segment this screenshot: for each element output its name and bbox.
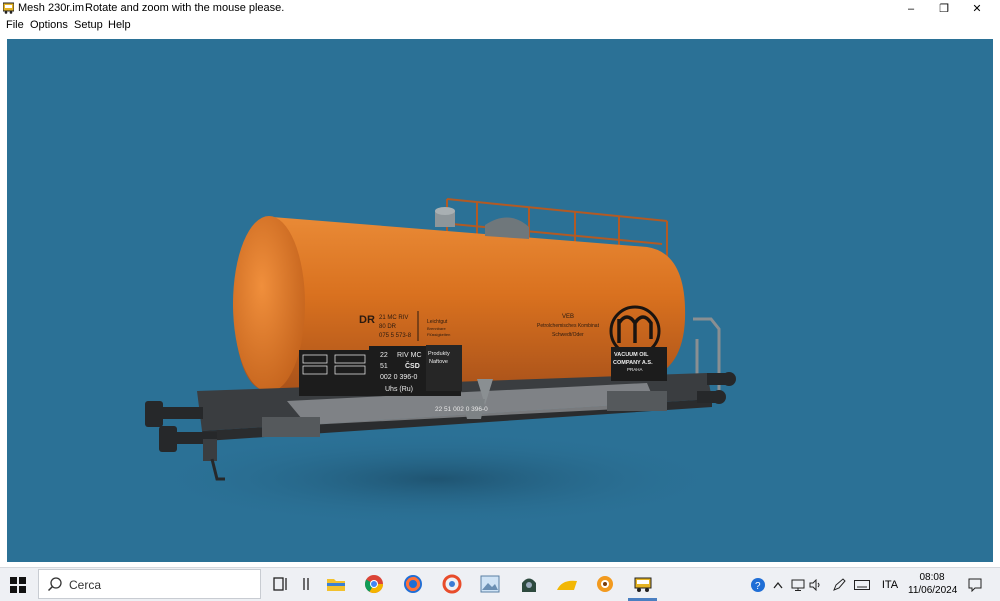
search-placeholder: Cerca <box>69 578 102 592</box>
menu-bar: File Options Setup Help <box>0 17 1000 35</box>
wagon-scene[interactable]: DR 21 MC RIV 80 DR 075 5 573-8 Leichtgut… <box>7 39 993 562</box>
widgets-icon[interactable] <box>295 573 317 595</box>
tank-label-80: 80 DR <box>379 324 397 330</box>
file-explorer-icon[interactable] <box>325 573 347 595</box>
plate-number: 002 0 396-0 <box>380 374 417 381</box>
app-icon-2[interactable] <box>518 573 540 595</box>
taskbar: Cerca ? ITA 08:08 11/06/2024 <box>0 567 1000 601</box>
mesh-viewer-icon[interactable] <box>632 573 654 595</box>
menu-options[interactable]: Options <box>30 19 68 31</box>
start-button[interactable] <box>0 568 36 601</box>
plate-vacuum-3: PRAHA <box>627 367 643 372</box>
minimize-button[interactable]: – <box>896 0 926 17</box>
minimize-icon: – <box>907 2 915 15</box>
plate-products-1: Produkty <box>428 351 450 357</box>
tank-label-veb: VEB <box>562 314 574 320</box>
app-icon <box>3 2 14 14</box>
app-icon-1[interactable] <box>441 573 463 595</box>
plate-num-51: 51 <box>380 363 388 370</box>
plate-vacuum: VACUUM OIL COMPANY A.S. PRAHA <box>611 347 667 381</box>
plate-num-22: 22 <box>380 352 388 359</box>
wagon-shadow <box>147 431 727 527</box>
restore-button[interactable]: ❐ <box>929 0 959 17</box>
app-icon-3[interactable] <box>556 573 578 595</box>
chrome-icon[interactable] <box>363 573 385 595</box>
close-button[interactable]: ✕ <box>962 0 992 17</box>
menu-setup[interactable]: Setup <box>74 19 103 31</box>
volume-icon[interactable] <box>808 568 824 601</box>
notification-icon[interactable] <box>963 568 987 601</box>
plate-products-2: Naftove <box>429 359 448 365</box>
plate-csd: ČSD <box>405 361 420 370</box>
tank-label-schwedt: Schwedt/Oder <box>552 332 584 338</box>
search-box[interactable]: Cerca <box>38 569 261 599</box>
plate-left <box>299 350 369 396</box>
menu-file[interactable]: File <box>6 19 24 31</box>
tank-label-mc: 21 MC RIV <box>379 315 408 321</box>
tank-label-kombinat: Petrolchemisches Kombinat <box>537 323 600 329</box>
tank-small-label-1: Leichtgut <box>427 319 448 325</box>
help-tray-icon[interactable]: ? <box>748 568 768 601</box>
plate-products: Produkty Naftove <box>426 345 462 391</box>
search-icon <box>47 577 62 592</box>
firefox-icon[interactable] <box>402 573 424 595</box>
plate-riv: RIV MC <box>397 352 422 359</box>
render-viewport[interactable]: DR 21 MC RIV 80 DR 075 5 573-8 Leichtgut… <box>7 39 993 562</box>
title-bar[interactable]: Mesh 230r.im Rotate and zoom with the mo… <box>0 0 1000 17</box>
plate-vacuum-1: VACUUM OIL <box>614 352 649 358</box>
plate-vacuum-2: COMPANY A.S. <box>613 360 653 366</box>
svg-text:?: ? <box>755 581 761 592</box>
clock-time: 08:08 <box>919 572 945 583</box>
clock-date: 11/06/2024 <box>908 585 958 596</box>
pen-icon[interactable] <box>830 568 848 601</box>
tank-label-num: 075 5 573-8 <box>379 333 412 339</box>
keyboard-icon[interactable] <box>852 568 872 601</box>
tank-small-label-3: Flüssigkeiten <box>427 332 450 337</box>
frame-number: 22 51 002 0 396-0 <box>435 406 488 413</box>
tank-label-dr: DR <box>359 314 375 326</box>
tank-end-cap <box>233 216 305 392</box>
windows-icon <box>10 576 26 593</box>
menu-help[interactable]: Help <box>108 19 131 31</box>
window-title: Mesh 230r.im <box>18 2 85 14</box>
task-view-icon[interactable] <box>270 573 292 595</box>
image-viewer-icon[interactable] <box>479 573 501 595</box>
plate-class: Uhs (Ru) <box>385 386 413 393</box>
app-icon-4[interactable] <box>594 573 616 595</box>
chevron-up-icon[interactable] <box>770 568 786 601</box>
window-message: Rotate and zoom with the mouse please. <box>85 2 285 14</box>
tank-small-label-2: Brennbare <box>427 326 446 331</box>
language-indicator[interactable]: ITA <box>878 568 902 601</box>
close-icon: ✕ <box>972 3 982 15</box>
network-icon[interactable] <box>790 568 806 601</box>
restore-icon: ❐ <box>939 3 949 15</box>
clock[interactable]: 08:08 11/06/2024 <box>908 571 958 597</box>
